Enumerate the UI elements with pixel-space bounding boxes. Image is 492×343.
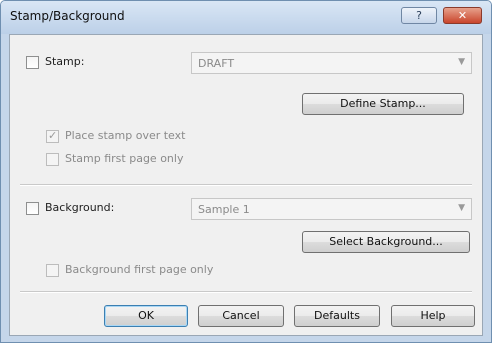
checkmark-icon: ✓ bbox=[48, 129, 58, 142]
close-button[interactable]: ✕ bbox=[443, 7, 482, 24]
cancel-button[interactable]: Cancel bbox=[198, 305, 284, 327]
stamp-checkbox[interactable] bbox=[26, 56, 39, 69]
select-background-button[interactable]: Select Background... bbox=[302, 231, 470, 253]
place-over-text-checkbox[interactable]: ✓ bbox=[46, 129, 59, 143]
place-over-text-label: Place stamp over text bbox=[65, 129, 186, 142]
background-label: Background: bbox=[45, 201, 115, 214]
help-title-button[interactable]: ? bbox=[401, 7, 437, 24]
stamp-select[interactable]: DRAFT ▼ bbox=[191, 52, 472, 74]
section-divider bbox=[20, 184, 472, 186]
chevron-down-icon: ▼ bbox=[458, 203, 465, 213]
help-button[interactable]: Help bbox=[391, 305, 475, 327]
define-stamp-button[interactable]: Define Stamp... bbox=[302, 93, 464, 115]
background-select-value: Sample 1 bbox=[198, 203, 250, 216]
chevron-down-icon: ▼ bbox=[458, 57, 465, 67]
stamp-first-page-checkbox[interactable] bbox=[46, 153, 59, 166]
background-first-page-label: Background first page only bbox=[65, 263, 214, 276]
question-icon: ? bbox=[416, 9, 422, 22]
title-bar[interactable]: Stamp/Background ? ✕ bbox=[1, 1, 491, 34]
defaults-button[interactable]: Defaults bbox=[294, 305, 380, 327]
stamp-select-value: DRAFT bbox=[198, 57, 235, 70]
stamp-first-page-label: Stamp first page only bbox=[65, 152, 184, 165]
dialog-content: Stamp: DRAFT ▼ Define Stamp... ✓ Place s… bbox=[9, 34, 483, 336]
close-icon: ✕ bbox=[457, 9, 468, 22]
stamp-label: Stamp: bbox=[45, 55, 85, 68]
background-select[interactable]: Sample 1 ▼ bbox=[191, 198, 472, 220]
stamp-background-dialog: Stamp/Background ? ✕ Stamp: DRAFT ▼ Defi… bbox=[0, 0, 492, 343]
background-checkbox[interactable] bbox=[26, 202, 39, 215]
dialog-title: Stamp/Background bbox=[10, 9, 125, 23]
ok-button[interactable]: OK bbox=[104, 305, 188, 327]
footer-divider bbox=[20, 291, 472, 293]
background-first-page-checkbox[interactable] bbox=[46, 264, 59, 277]
